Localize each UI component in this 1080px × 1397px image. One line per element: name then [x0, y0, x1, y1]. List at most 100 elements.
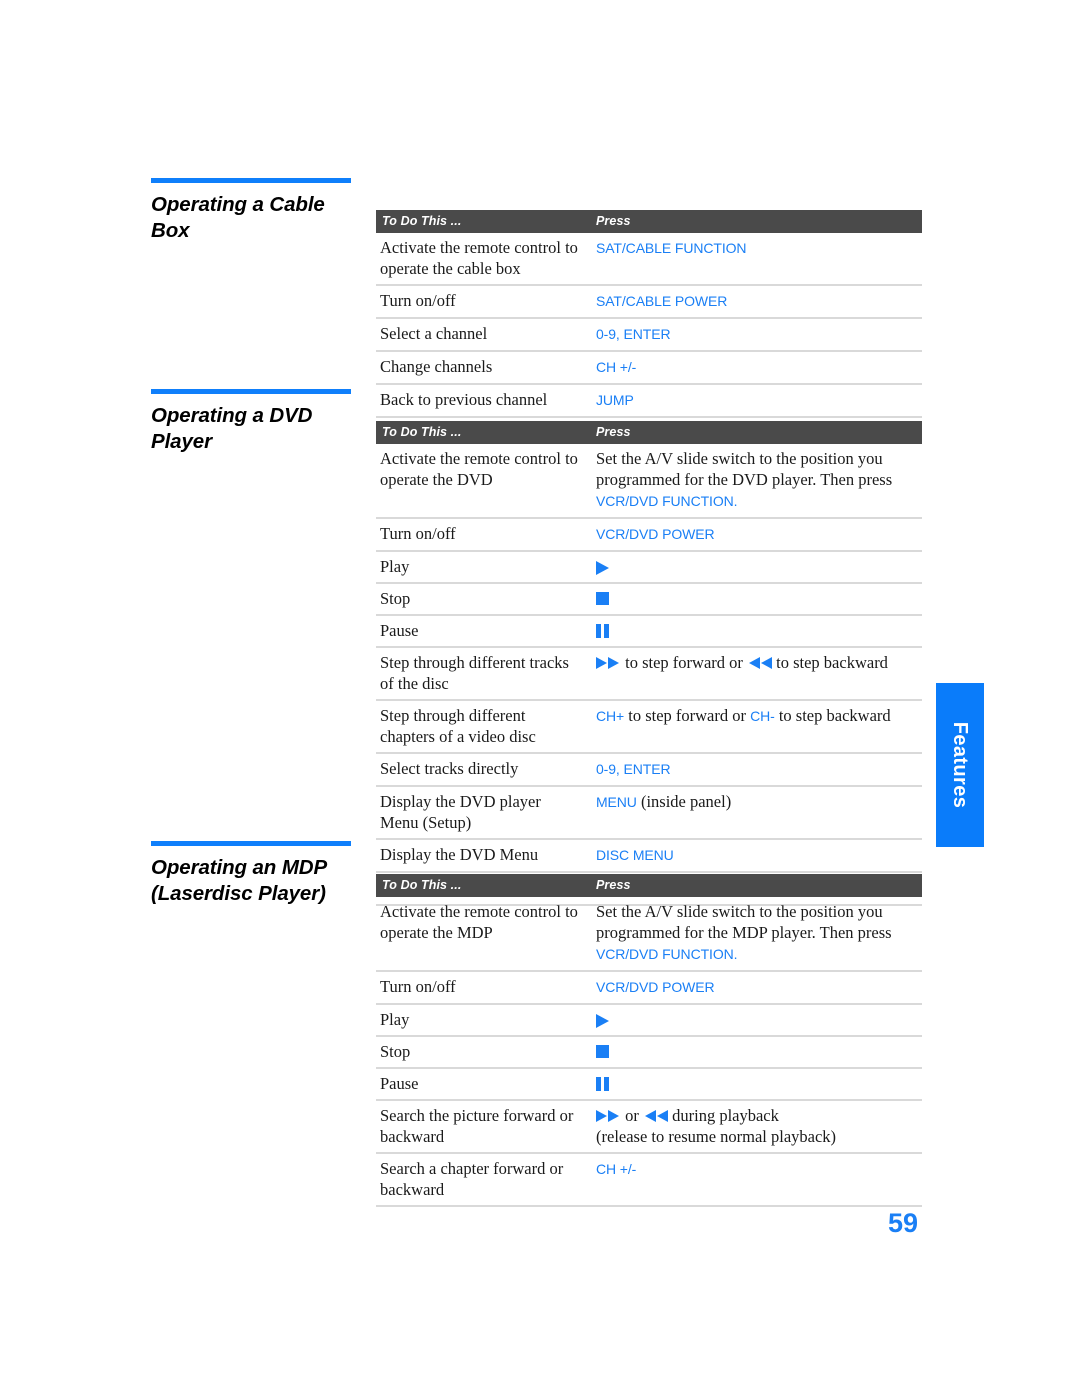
- cell-press: CH +/-: [586, 1153, 922, 1207]
- section-heading-dvd-player: Operating a DVD Player: [151, 389, 351, 455]
- cell-todo: Play: [376, 1004, 586, 1037]
- table-header-row: To Do This ... Press: [376, 874, 922, 897]
- cell-press: Set the A/V slide switch to the position…: [586, 897, 922, 972]
- press-instruction-mid: to step forward or: [624, 706, 751, 725]
- fast-forward-icon: [596, 657, 621, 669]
- table-row: Activate the remote control to operate t…: [376, 444, 922, 519]
- table-dvd-player: To Do This ... Press Activate the remote…: [376, 421, 922, 906]
- play-icon: [596, 1014, 609, 1028]
- cell-todo: Step through different chapters of a vid…: [376, 700, 586, 754]
- press-instruction-tail: during playback: [668, 1106, 779, 1125]
- cell-todo: Step through different tracks of the dis…: [376, 647, 586, 701]
- table-row: Select a channel 0-9, ENTER: [376, 318, 922, 352]
- cell-press: VCR/DVD POWER: [586, 518, 922, 552]
- cell-press: [586, 551, 922, 584]
- table-row: Turn on/off VCR/DVD POWER: [376, 971, 922, 1005]
- press-instruction-tail: to step backward: [774, 706, 891, 725]
- cell-todo: Display the DVD player Menu (Setup): [376, 786, 586, 840]
- table-mdp-player: To Do This ... Press Activate the remote…: [376, 874, 922, 1207]
- cell-press: CH+ to step forward or CH- to step backw…: [586, 700, 922, 754]
- cell-press: DISC MENU: [586, 839, 922, 873]
- table-row: Turn on/off SAT/CABLE POWER: [376, 285, 922, 319]
- column-header-todo: To Do This ...: [376, 874, 586, 897]
- play-icon: [596, 561, 609, 575]
- column-header-press: Press: [586, 421, 922, 444]
- cell-todo: Play: [376, 551, 586, 584]
- press-key: MENU: [596, 794, 637, 810]
- press-key: VCR/DVD FUNCTION.: [596, 493, 738, 509]
- section-heading-mdp-player: Operating an MDP (Laserdisc Player): [151, 841, 351, 907]
- press-instruction-second-line: (release to resume normal playback): [596, 1127, 837, 1146]
- table-cable-box: To Do This ... Press Activate the remote…: [376, 210, 922, 418]
- table-row: Change channels CH +/-: [376, 351, 922, 385]
- press-instruction-mid: or: [621, 1106, 643, 1125]
- table-row: Pause: [376, 1068, 922, 1101]
- cell-todo: Turn on/off: [376, 971, 586, 1005]
- press-key-a: CH+: [596, 708, 625, 724]
- heading-rule: [151, 389, 351, 394]
- press-instruction-mid: to step forward or: [621, 653, 748, 672]
- press-key: VCR/DVD POWER: [596, 526, 715, 542]
- cell-todo: Change channels: [376, 351, 586, 385]
- press-key-b: CH-: [750, 708, 775, 724]
- press-key: 0-9, ENTER: [596, 326, 671, 342]
- table-row: Activate the remote control to operate t…: [376, 233, 922, 286]
- table-row: Display the DVD Menu DISC MENU: [376, 839, 922, 873]
- cell-todo: Display the DVD Menu: [376, 839, 586, 873]
- heading-rule: [151, 178, 351, 183]
- cell-press: VCR/DVD POWER: [586, 971, 922, 1005]
- page-number: 59: [888, 1208, 919, 1238]
- table-row: Search the picture forward or backward o…: [376, 1100, 922, 1154]
- press-key: VCR/DVD FUNCTION.: [596, 946, 738, 962]
- cell-press: [586, 615, 922, 648]
- section-heading-cable-box: Operating a Cable Box: [151, 178, 351, 244]
- cell-todo: Search the picture forward or backward: [376, 1100, 586, 1154]
- press-key: CH +/-: [596, 1161, 637, 1177]
- rewind-icon: [643, 1110, 668, 1122]
- cell-press: [586, 1036, 922, 1069]
- table-row: Stop: [376, 583, 922, 616]
- cell-press: to step forward or to step backward: [586, 647, 922, 701]
- press-key: SAT/CABLE POWER: [596, 293, 728, 309]
- table-row: Play: [376, 551, 922, 584]
- column-header-todo: To Do This ...: [376, 210, 586, 233]
- pause-icon: [596, 624, 610, 638]
- cell-press: SAT/CABLE FUNCTION: [586, 233, 922, 286]
- cell-todo: Activate the remote control to operate t…: [376, 233, 586, 286]
- cell-press: 0-9, ENTER: [586, 318, 922, 352]
- cell-todo: Search a chapter forward or backward: [376, 1153, 586, 1207]
- section-tab-label: Features: [949, 721, 971, 809]
- cell-press: [586, 1004, 922, 1037]
- cell-todo: Activate the remote control to operate t…: [376, 897, 586, 972]
- column-header-todo: To Do This ...: [376, 421, 586, 444]
- cell-todo: Pause: [376, 1068, 586, 1101]
- pause-icon: [596, 1077, 610, 1091]
- table-row: Step through different tracks of the dis…: [376, 647, 922, 701]
- cell-todo: Pause: [376, 615, 586, 648]
- section-title: Operating a DVD Player: [151, 404, 313, 453]
- cell-todo: Back to previous channel: [376, 384, 586, 418]
- cell-todo: Stop: [376, 583, 586, 616]
- table-row: Pause: [376, 615, 922, 648]
- press-instruction-tail: to step backward: [772, 653, 888, 672]
- table-header-row: To Do This ... Press: [376, 210, 922, 233]
- section-tab-features: Features: [936, 683, 984, 847]
- cell-press: JUMP: [586, 384, 922, 418]
- stop-icon: [596, 592, 609, 605]
- table-row: Activate the remote control to operate t…: [376, 897, 922, 972]
- table-row: Turn on/off VCR/DVD POWER: [376, 518, 922, 552]
- cell-todo: Turn on/off: [376, 518, 586, 552]
- table-header-row: To Do This ... Press: [376, 421, 922, 444]
- cell-press: or during playback (release to resume nor…: [586, 1100, 922, 1154]
- cell-todo: Turn on/off: [376, 285, 586, 319]
- press-instruction-tail: (inside panel): [636, 792, 732, 811]
- cell-press: 0-9, ENTER: [586, 753, 922, 787]
- press-instruction: Set the A/V slide switch to the position…: [596, 449, 893, 489]
- table-row: Back to previous channel JUMP: [376, 384, 922, 418]
- cell-todo: Select tracks directly: [376, 753, 586, 787]
- manual-page: Features Operating a Cable Box To Do Thi…: [0, 0, 1080, 1397]
- press-instruction: Set the A/V slide switch to the position…: [596, 902, 892, 942]
- cell-press: Set the A/V slide switch to the position…: [586, 444, 922, 519]
- stop-icon: [596, 1045, 609, 1058]
- cell-todo: Stop: [376, 1036, 586, 1069]
